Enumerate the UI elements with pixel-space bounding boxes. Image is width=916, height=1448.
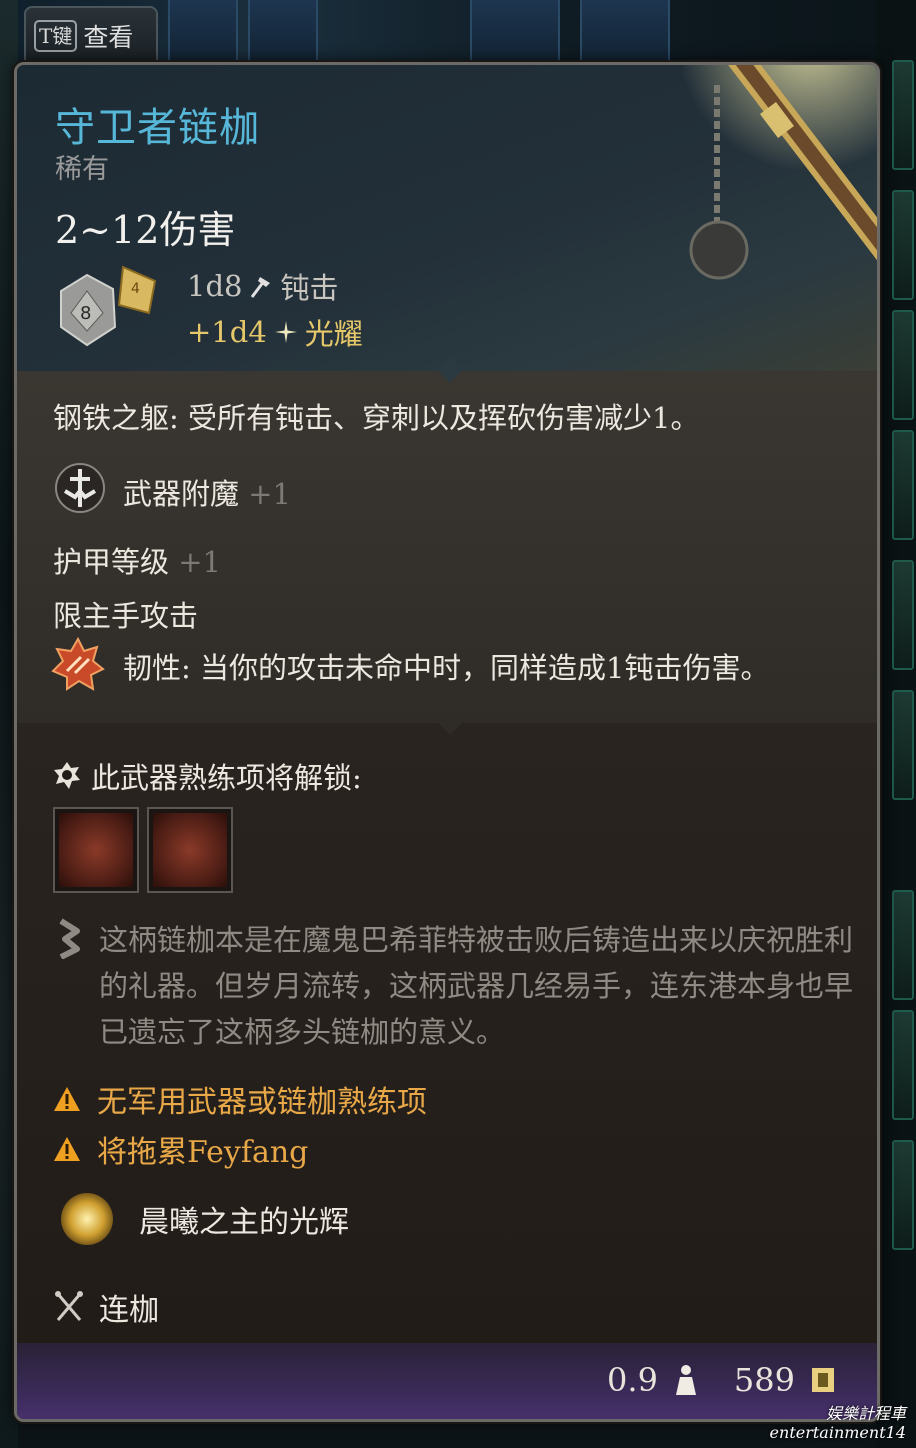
watermark: 娱樂計程車 entertainment14 (770, 1404, 906, 1442)
t-key-hint: T键 (34, 20, 78, 52)
proficiency-header-label: 此武器熟练项将解锁: (91, 761, 362, 795)
background-slot (892, 60, 914, 170)
watermark-line-1: 娱樂計程車 (825, 1404, 906, 1423)
background-slot (892, 690, 914, 800)
warning-text: 无军用武器或链枷熟练项 (97, 1085, 427, 1120)
tenacity-icon (51, 637, 105, 691)
proficiency-action-1-icon (59, 813, 133, 887)
warning-feyfang: 将拖累Feyfang (53, 1127, 308, 1171)
footer-stats: 0.9 589 (607, 1361, 837, 1399)
passive-iron-body: 钢铁之躯: 受所有钝击、穿刺以及挥砍伤害减少1。 (53, 401, 700, 435)
damage-type: 光耀 (304, 317, 363, 351)
radiant-icon (274, 321, 297, 343)
warning-text: 将拖累Feyfang (97, 1135, 309, 1170)
view-tab-label: 查看 (83, 23, 134, 52)
background-slot (892, 310, 914, 420)
background-slot (892, 430, 914, 540)
radiance-label: 晨曦之主的光辉 (139, 1205, 349, 1240)
armour-class-row: 护甲等级 +1 (53, 539, 221, 581)
weapon-enchant-icon (55, 463, 105, 513)
proficiency-action-2-icon (153, 813, 227, 887)
armour-class-bonus: +1 (178, 545, 221, 579)
background-inventory-slot (580, 0, 670, 62)
background-inventory-slot (168, 0, 238, 62)
main-hand-only: 限主手攻击 (53, 599, 199, 633)
damage-line-bludgeon: 1d8 钝击 (187, 265, 338, 307)
damage-dice: 1d8 (187, 269, 243, 303)
background-slot (892, 560, 914, 670)
weapon-enchant-label: 武器附魔 (123, 477, 240, 511)
sun-radiance-icon (61, 1193, 113, 1245)
radiance-of-dawnmaster[interactable]: 晨曦之主的光辉 (61, 1193, 349, 1245)
tenacity-passive: 韧性: 当你的攻击未命中时，同样造成1钝击伤害。 (123, 651, 770, 685)
item-name: 守卫者链枷 (55, 105, 260, 151)
weapon-type: 连枷 (55, 1285, 159, 1329)
armour-class-label: 护甲等级 (53, 545, 170, 579)
proficiency-icon (54, 762, 80, 789)
background-inventory-slot (470, 0, 560, 62)
proficiency-action-slot-1[interactable] (53, 807, 139, 893)
proficiency-header: 此武器熟练项将解锁: (53, 755, 362, 797)
background-slot (892, 190, 914, 300)
quill-icon (59, 918, 80, 959)
background-inventory-slot (248, 0, 318, 62)
item-lore: 这柄链枷本是在魔鬼巴希菲特被击败后铸造出来以庆祝胜利的礼器。但岁月流转，这柄武器… (99, 923, 854, 1049)
view-tab[interactable]: T键 查看 (24, 6, 158, 64)
background-slot (892, 1140, 914, 1250)
damage-dice: +1d4 (187, 315, 267, 349)
damage-line-radiant: +1d4 光耀 (187, 311, 363, 353)
damage-type: 钝击 (280, 271, 339, 305)
warning-icon (54, 1087, 80, 1111)
die-face-label: 8 (80, 303, 91, 324)
dice-icon: 4 8 (60, 265, 157, 347)
item-tooltip: 守卫者链枷 稀有 2~12伤害 4 8 1d8 钝击 +1d4 光耀 钢铁之躯:… (14, 62, 880, 1422)
crossed-weapons-icon (55, 1291, 83, 1321)
weapon-type-label: 连枷 (99, 1293, 159, 1328)
bludgeon-icon (251, 277, 271, 298)
proficiency-action-slot-2[interactable] (147, 807, 233, 893)
item-weight: 0.9 (607, 1361, 658, 1399)
item-rarity: 稀有 (55, 154, 109, 185)
background-slot (892, 890, 914, 1000)
background-slot (892, 1010, 914, 1120)
item-value: 589 (733, 1361, 795, 1399)
weight-icon (675, 1365, 696, 1395)
weapon-enchant-bonus: +1 (248, 477, 291, 511)
warning-icon (54, 1137, 80, 1161)
damage-range: 2~12伤害 (55, 208, 236, 252)
watermark-line-2: entertainment14 (769, 1423, 906, 1442)
weapon-enchant-row: 武器附魔 +1 (123, 471, 291, 513)
svg-text:4: 4 (131, 281, 140, 297)
gold-icon (812, 1368, 834, 1392)
warning-proficiency: 无军用武器或链枷熟练项 (53, 1077, 427, 1121)
